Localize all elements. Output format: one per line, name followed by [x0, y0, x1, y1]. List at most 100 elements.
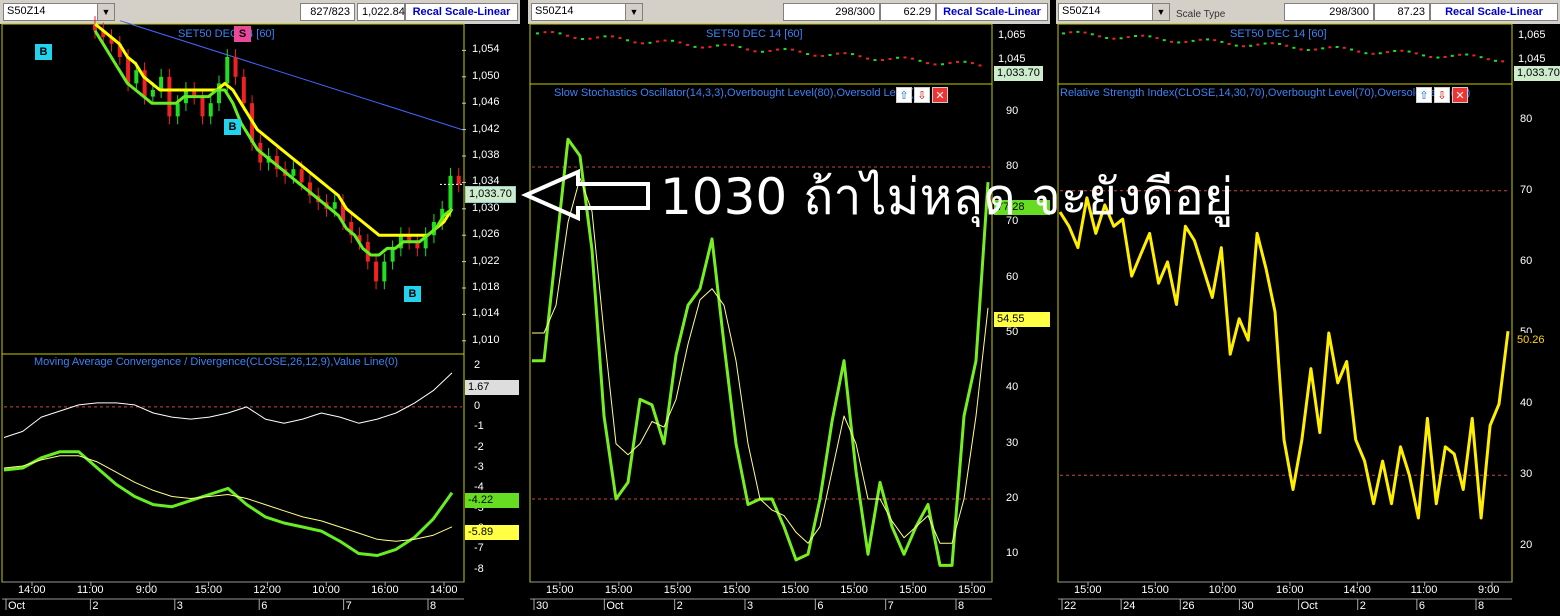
- mini-price-mark: [948, 62, 952, 65]
- macd-histogram-line: [3, 372, 453, 438]
- close-icon[interactable]: ✕: [1452, 87, 1468, 103]
- mini-price-mark: [896, 56, 899, 59]
- stochastic-tick-label: 30: [1006, 436, 1019, 449]
- mini-price-mark: [1227, 42, 1231, 45]
- mini-title: SET50 DEC 14 [60]: [706, 28, 803, 40]
- mini-price-mark: [1364, 52, 1368, 55]
- mini-price-mark: [536, 32, 539, 35]
- mini-price-mark: [641, 42, 644, 45]
- mini-price-mark: [663, 39, 667, 42]
- mini-price-mark: [858, 55, 862, 58]
- mini-price-mark: [1213, 39, 1217, 42]
- mini-price-mark: [873, 59, 877, 62]
- time-tick-label: 15:00: [781, 584, 809, 596]
- mini-price-mark: [588, 37, 592, 40]
- mini-price-mark: [1400, 49, 1404, 52]
- rsi-tick-label: 30: [1520, 468, 1533, 481]
- macd-tag-1: 1.67: [465, 380, 519, 395]
- rsi-tick-label: 40: [1520, 397, 1533, 410]
- price-tick-label: 1,038: [472, 149, 500, 161]
- price-title: SET50 DEC 14 [60]: [178, 28, 275, 40]
- mini-price-mark: [836, 52, 839, 55]
- candle-body: [456, 175, 461, 185]
- time-tick-label: 14:00: [1343, 584, 1371, 596]
- mini-price-mark: [708, 45, 712, 48]
- mini-price-mark: [701, 46, 704, 49]
- price-tick-label: 1,022: [472, 254, 500, 267]
- mini-price-mark: [581, 38, 584, 41]
- time-tick-label: 16:00: [371, 584, 399, 596]
- macd-tag-2: -4.22: [465, 493, 519, 508]
- mini-price-mark: [813, 54, 817, 57]
- candle-body: [332, 202, 337, 209]
- time-tick-label: 11:00: [76, 584, 104, 596]
- candle-body: [233, 57, 238, 77]
- date-tick-label: 3: [176, 600, 183, 612]
- mini-price-mark: [1249, 44, 1253, 47]
- arrow-up-icon[interactable]: ⇧: [896, 87, 912, 103]
- mini-price-mark: [633, 41, 637, 44]
- mini-price-mark: [971, 62, 974, 65]
- mini-price-mark: [1162, 39, 1166, 42]
- candle-body: [299, 169, 304, 183]
- panel-left: S50Z14 ▼ 827/823 1,022.84 Recal Scale-Li…: [0, 0, 520, 616]
- mini-price-mark: [1141, 34, 1145, 37]
- mini-price-mark: [851, 53, 854, 56]
- mini-price-mark: [1422, 54, 1425, 57]
- price-tick-label: 1,026: [472, 228, 500, 241]
- time-tick-label: 9:00: [135, 584, 158, 596]
- mini-price-mark: [1306, 49, 1310, 52]
- time-tick-label: 15:00: [840, 584, 868, 596]
- panel-right: S50Z14 ▼ Scale Type 298/300 87.23 Recal …: [1056, 0, 1560, 616]
- mini-price-mark: [1220, 40, 1224, 43]
- mini-price-mark: [1465, 53, 1469, 56]
- close-icon[interactable]: ✕: [932, 87, 948, 103]
- stochastic-tick-label: 60: [1006, 270, 1019, 283]
- time-tick-label: 10:00: [1208, 584, 1237, 596]
- arrow-down-icon[interactable]: ⇩: [1434, 87, 1450, 103]
- date-tick-label: 24: [1123, 600, 1136, 612]
- date-tick-label: 26: [1182, 600, 1195, 612]
- mini-price-mark: [1335, 45, 1339, 48]
- rsi-tick-label: 70: [1520, 183, 1533, 196]
- mini-price-mark: [1206, 38, 1209, 41]
- mini-price-mark: [843, 52, 847, 55]
- mini-price-mark: [1350, 48, 1353, 51]
- mini-price-mark: [693, 45, 697, 48]
- mini-price-mark: [903, 56, 907, 59]
- date-tick-label: 8: [958, 600, 965, 612]
- mini-price-mark: [1314, 48, 1317, 51]
- time-tick-label: 14:00: [18, 584, 46, 596]
- mini-price-mark: [1270, 42, 1274, 45]
- mini-price-mark: [671, 39, 674, 42]
- arrow-up-icon[interactable]: ⇧: [1416, 87, 1432, 103]
- mini-price-mark: [1062, 32, 1065, 35]
- macd-tick-label: -2: [474, 440, 484, 453]
- price-tick-label: 1,054: [472, 43, 500, 56]
- mini-price-mark: [888, 58, 892, 61]
- mini-price-mark: [933, 63, 937, 66]
- mini-price-mark: [956, 60, 959, 63]
- stoch-tag-2: 54.55: [994, 312, 1050, 327]
- mini-price-mark: [1501, 60, 1505, 63]
- mini-price-mark: [1378, 52, 1382, 55]
- price-tick-label: 1,014: [472, 307, 500, 320]
- time-tick-label: 15:00: [604, 584, 633, 596]
- mini-price-mark: [596, 36, 599, 39]
- date-tick-label: 8: [430, 600, 437, 612]
- stochastic-tick-label: 50: [1006, 326, 1019, 338]
- arrow-down-icon[interactable]: ⇩: [914, 87, 930, 103]
- time-tick-label: 11:00: [1410, 584, 1438, 596]
- mini-price-mark: [1184, 41, 1188, 44]
- mini-price-mark: [618, 36, 622, 39]
- mini-price-mark: [1443, 56, 1447, 59]
- mini-title: SET50 DEC 14 [60]: [1230, 28, 1327, 40]
- price-frame: [1, 23, 465, 355]
- mini-price-mark: [1472, 54, 1476, 57]
- mini-price-mark: [753, 50, 757, 53]
- mini-last-tag: 1,033.70: [994, 66, 1043, 81]
- date-tick-label: 2: [92, 600, 99, 612]
- mini-price-mark: [551, 31, 554, 34]
- rsi-tick-label: 60: [1520, 254, 1533, 267]
- mini-price-mark: [926, 62, 929, 65]
